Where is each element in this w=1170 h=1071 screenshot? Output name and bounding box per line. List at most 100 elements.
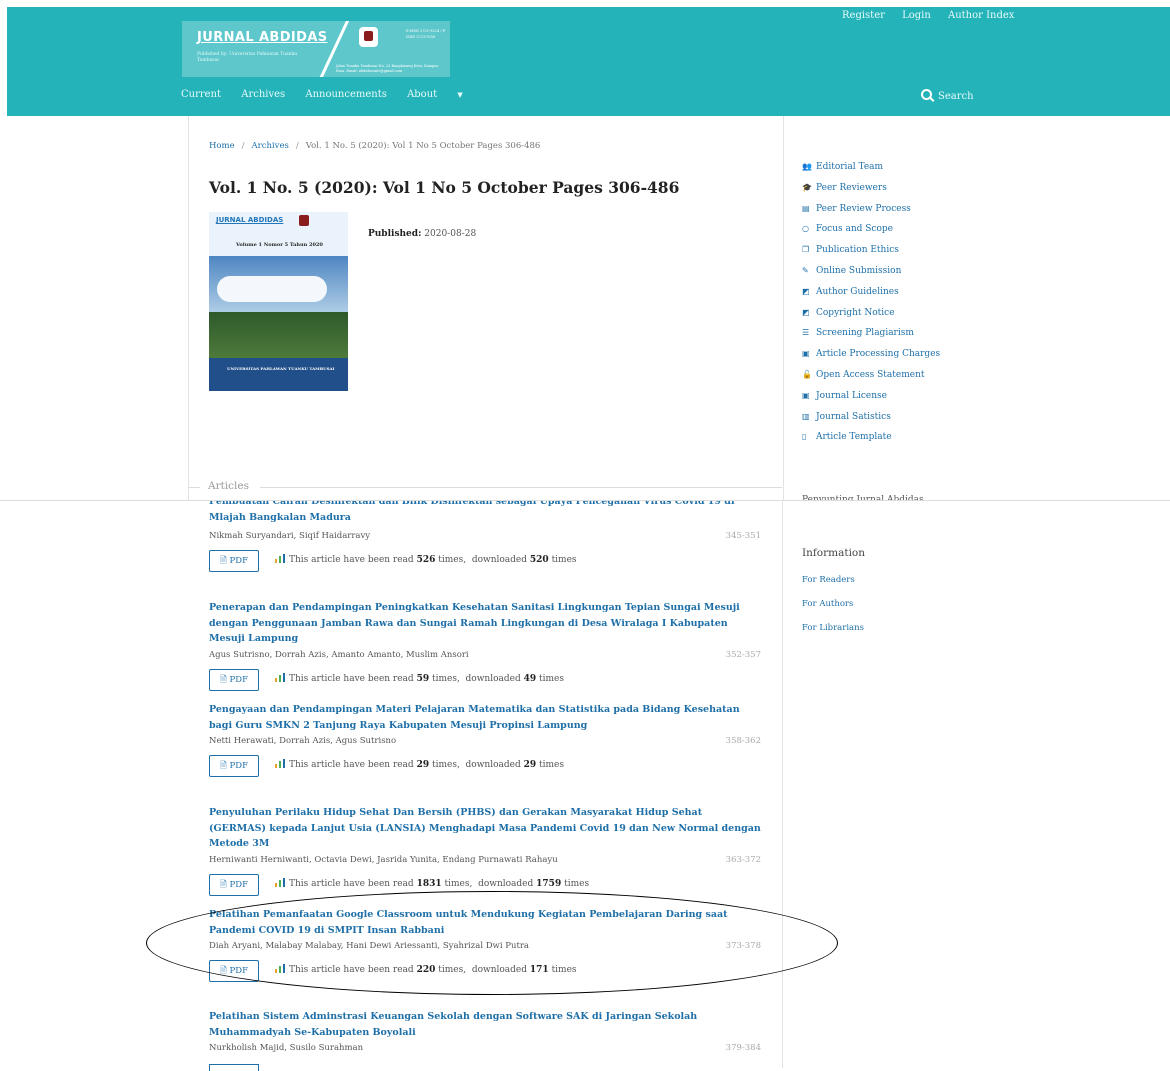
edit-icon: ✎	[802, 265, 809, 275]
sidebar-item-publication-ethics[interactable]: ❐ Publication Ethics	[802, 245, 940, 266]
article-title[interactable]: Pelatihan Sistem Adminstrasi Keuangan Se…	[209, 1009, 761, 1040]
stats-prefix: This article have been read	[289, 555, 414, 565]
bar-chart-icon	[275, 964, 286, 973]
authors-text: Agus Sutrisno, Dorrah Azis, Amanto Amant…	[209, 649, 469, 660]
download-count: 29	[523, 760, 537, 770]
id-card-icon: ▣	[802, 390, 810, 400]
article-actions: 🗎 PDF This article have been read 220 ti…	[209, 960, 761, 982]
login-link[interactable]: Login	[902, 10, 931, 21]
article-title[interactable]: Penerapan dan Pendampingan Peningkatkan …	[209, 600, 761, 647]
sidebar-item-peer-reviewers[interactable]: 🎓 Peer Reviewers	[802, 183, 940, 204]
newspaper-icon: ▤	[802, 203, 810, 213]
sidebar-item-journal-license[interactable]: ▣ Journal License	[802, 391, 940, 412]
graduation-cap-icon: 🎓	[802, 182, 812, 192]
pdf-button[interactable]: 🗎 PDF	[209, 668, 259, 691]
pdf-icon: 🗎	[220, 761, 227, 771]
sidebar-item-article-template[interactable]: ▯ Article Template	[802, 432, 940, 453]
sidebar-item-label: Screening Plagiarism	[816, 328, 914, 339]
search-link[interactable]: Search	[921, 89, 974, 102]
register-link[interactable]: Register	[842, 10, 885, 21]
authors-text: Netti Herawati, Dorrah Azis, Agus Sutris…	[209, 736, 397, 746]
download-count: 1759	[536, 878, 562, 889]
logo-publisher: Published by: Universitas Pahlawan Tuank…	[197, 52, 298, 63]
unlock-icon: 🔓	[802, 369, 812, 379]
article-authors: Agus Sutrisno, Dorrah Azis, Amanto Amant…	[209, 650, 761, 660]
pdf-icon: 🗎	[220, 556, 227, 566]
article-title[interactable]: Pelatihan Pemanfaatan Google Classroom u…	[209, 907, 761, 938]
read-count: 1831	[416, 878, 442, 889]
stats-downloaded: downloaded	[478, 878, 534, 889]
article-actions: 🗎 PDF This article have been read 29 tim…	[209, 755, 761, 777]
sidebar-item-label: Peer Review Process	[816, 203, 911, 214]
authors-text: Diah Aryani, Malabay Malabay, Hani Dewi …	[209, 941, 529, 951]
journal-logo[interactable]: JURNAL ABDIDAS Published by: Universitas…	[182, 21, 450, 77]
nav-current[interactable]: Current	[181, 89, 221, 100]
stats-times-end: times	[539, 760, 565, 770]
copy-icon: ❐	[802, 245, 810, 255]
pdf-button[interactable]: 🗎 PDF	[209, 550, 259, 572]
cover-trees	[209, 312, 348, 358]
bar-chart-icon	[275, 554, 286, 563]
pdf-button[interactable]: 🗎 PDF	[209, 960, 259, 982]
nav-archives[interactable]: Archives	[241, 89, 285, 100]
article-authors: Diah Aryani, Malabay Malabay, Hani Dewi …	[209, 941, 761, 951]
stats-prefix: This article have been read	[289, 965, 414, 975]
sidebar-item-screening-plagiarism[interactable]: ☰ Screening Plagiarism	[802, 328, 940, 349]
breadcrumb-archives[interactable]: Archives	[252, 141, 289, 151]
file-icon: ▯	[802, 432, 807, 442]
sidebar-item-label: Open Access Statement	[816, 369, 925, 380]
stats-times-end: times	[564, 878, 590, 889]
stats-downloaded: downloaded	[465, 673, 521, 684]
read-count: 29	[416, 760, 430, 770]
breadcrumb-separator: /	[241, 141, 245, 151]
pencil-square-icon: ◩	[802, 286, 810, 296]
article-item: Pelatihan Sistem Adminstrasi Keuangan Se…	[209, 1009, 761, 1053]
nav-announcements[interactable]: Announcements	[305, 89, 387, 100]
article-authors: Netti Herawati, Dorrah Azis, Agus Sutris…	[209, 736, 761, 746]
pdf-button[interactable]: 🗎 PDF	[209, 873, 259, 896]
sidebar-item-article-processing-charges[interactable]: ▣ Article Processing Charges	[802, 349, 940, 370]
author-index-link[interactable]: Author Index	[948, 10, 1014, 21]
stats-downloaded: downloaded	[465, 760, 521, 770]
articles-label: Articles	[208, 480, 250, 492]
sidebar-item-copyright-notice[interactable]: ◩ Copyright Notice	[802, 308, 940, 329]
sidebar-item-author-guidelines[interactable]: ◩ Author Guidelines	[802, 287, 940, 308]
nav-about[interactable]: About ▼	[407, 89, 480, 100]
caret-down-icon: ▼	[457, 91, 463, 99]
breadcrumb: Home / Archives / Vol. 1 No. 5 (2020): Vol 1…	[209, 141, 540, 151]
nav-about-label: About	[407, 89, 438, 100]
sidebar-item-open-access-statement[interactable]: 🔓 Open Access Statement	[802, 370, 940, 391]
issue-cover-image[interactable]: JURNAL ABDIDAS Volume 1 Nomor 5 Tahun 20…	[209, 212, 348, 391]
article-stats: This article have been read 1831 times, …	[275, 877, 590, 889]
article-title[interactable]: Pembuatan Cairan Desinfektan dan Bilik D…	[209, 501, 761, 525]
article-title[interactable]: Penyuluhan Perilaku Hidup Sehat Dan Bers…	[209, 805, 761, 852]
list-icon: ☰	[802, 328, 810, 338]
pdf-button[interactable]: 🗎 PDF	[209, 755, 259, 777]
sidebar-item-peer-review-process[interactable]: ▤ Peer Review Process	[802, 204, 940, 225]
sidebar-item-journal-statistics[interactable]: ▥ Journal Satistics	[802, 412, 940, 433]
pdf-icon: 🗎	[220, 879, 227, 890]
sidebar-block-title: Penyunting Jurnal Abdidas	[802, 495, 924, 500]
for-readers-link[interactable]: For Readers	[802, 575, 864, 599]
for-authors-link[interactable]: For Authors	[802, 599, 864, 623]
cover-footer-band	[209, 358, 348, 391]
read-count: 59	[416, 673, 430, 684]
legend-line-left	[188, 487, 200, 488]
cover-cloud	[217, 276, 327, 302]
breadcrumb-home[interactable]: Home	[209, 141, 235, 151]
sidebar-item-editorial-team[interactable]: 👥 Editorial Team	[802, 162, 940, 183]
article-actions: 🗎 PDF This article have been read 1831 t…	[209, 873, 761, 896]
article-authors: Nurkholish Majid, Susilo Surahman 379-38…	[209, 1043, 761, 1053]
published-date: Published: 2020-08-28	[368, 229, 476, 239]
article-stats: This article have been read 220 times, d…	[275, 964, 577, 975]
for-librarians-link[interactable]: For Librarians	[802, 623, 864, 647]
article-pages: 379-384	[725, 1043, 761, 1053]
stats-prefix: This article have been read	[289, 760, 414, 770]
article-title[interactable]: Pengayaan dan Pendampingan Materi Pelaja…	[209, 702, 761, 733]
authors-text: Nurkholish Majid, Susilo Surahman	[209, 1043, 364, 1053]
sidebar-item-online-submission[interactable]: ✎ Online Submission	[802, 266, 940, 287]
sidebar-item-focus-and-scope[interactable]: ○ Focus and Scope	[802, 224, 940, 245]
download-count: 49	[523, 673, 537, 684]
breadcrumb-current: Vol. 1 No. 5 (2020): Vol 1 No 5 October …	[305, 141, 541, 151]
pdf-label: PDF	[229, 966, 248, 976]
